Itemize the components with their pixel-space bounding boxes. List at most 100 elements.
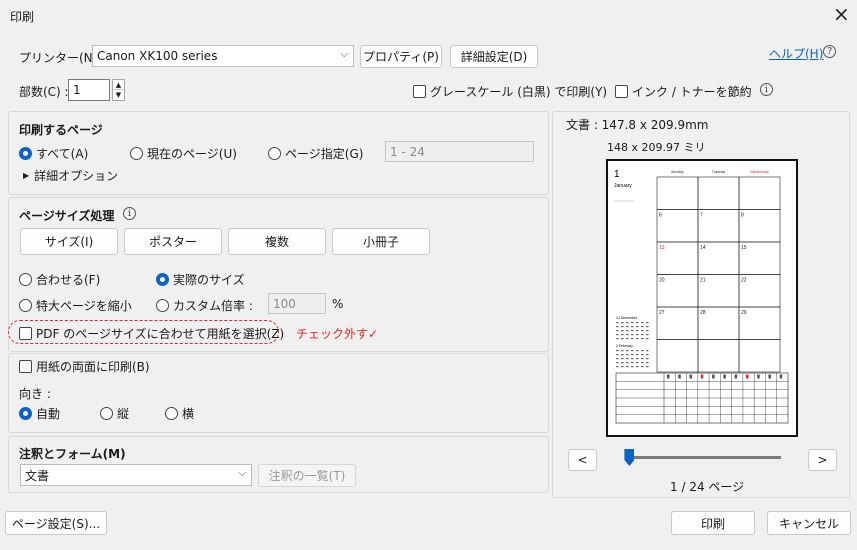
cal-day-header: Wednesday <box>750 170 769 174</box>
cal-mini-mark <box>641 338 644 340</box>
cal-mini-mark <box>626 366 629 368</box>
cal-day-number: 20 <box>659 278 665 284</box>
booklet-button[interactable]: 小冊子 <box>332 228 430 255</box>
cancel-button[interactable]: キャンセル <box>767 511 851 535</box>
cal-mini-mark <box>616 354 619 356</box>
cal-month-name: January <box>614 183 632 189</box>
comments-value: 文書 <box>25 468 50 483</box>
cal-mini-mark <box>641 322 644 324</box>
cal-mini-mark <box>631 330 634 332</box>
page-indicator: 1 / 24 ページ <box>670 480 745 494</box>
pages-current-label: 現在のページ(U) <box>147 147 237 161</box>
pages-range-radio[interactable]: ページ指定(G) <box>268 145 363 162</box>
orientation-auto-radio[interactable]: 自動 <box>19 405 60 422</box>
page-range-input[interactable]: 1 - 24 <box>385 141 534 162</box>
cal-cell <box>656 176 699 210</box>
cal-mini-mark <box>616 338 619 340</box>
cal-day-numbers: 6 7 8 13 14 15 20 21 22 27 28 29 <box>659 213 747 317</box>
cal-day-number: 28 <box>700 310 706 316</box>
copies-label: 部数(C) : <box>19 85 69 99</box>
advanced-button[interactable]: 詳細設定(D) <box>450 45 538 68</box>
properties-button[interactable]: プロパティ(P) <box>360 45 442 68</box>
cal-table-header-mark <box>667 374 670 379</box>
print-button[interactable]: 印刷 <box>671 511 755 535</box>
help-link[interactable]: ヘルプ(H) <box>769 45 823 62</box>
cal-mini-mark <box>631 350 634 352</box>
orientation-title: 向き : <box>19 387 51 401</box>
cal-day-number: 29 <box>741 310 747 316</box>
cal-mini-mark <box>626 334 629 336</box>
cal-table-header-mark <box>779 374 783 379</box>
sizing-info-icon[interactable]: i <box>123 207 136 220</box>
cal-mini-mark <box>641 330 644 332</box>
cal-mini-mark <box>636 338 639 340</box>
spin-up-icon[interactable]: ▲ <box>113 80 124 90</box>
actual-size-radio[interactable]: 実際のサイズ <box>156 271 245 288</box>
spin-down-icon[interactable]: ▼ <box>113 90 124 100</box>
cal-mini-mark <box>616 322 619 324</box>
cal-mini-mark <box>626 354 629 356</box>
close-icon[interactable]: × <box>833 2 850 26</box>
page-slider-track[interactable] <box>628 456 781 459</box>
window-title: 印刷 <box>10 10 35 24</box>
copies-spinner[interactable]: ▲ ▼ <box>112 79 125 101</box>
cal-cell <box>697 176 740 210</box>
cal-mini-mark <box>616 330 619 332</box>
cal-cell <box>697 209 740 243</box>
custom-scale-radio[interactable]: カスタム倍率 : <box>156 297 253 314</box>
shrink-radio[interactable]: 特大ページを縮小 <box>19 297 132 314</box>
cal-day-header: Tuesday <box>712 170 726 174</box>
cal-mini-mark <box>636 358 639 360</box>
paper-size-label: 148 x 209.97 ミリ <box>607 141 706 154</box>
pdf-paper-checkbox[interactable]: PDF のページサイズに合わせて用紙を選択(Z) <box>19 325 284 342</box>
cal-month-num: 1 <box>614 169 620 180</box>
orientation-landscape-radio[interactable]: 横 <box>165 405 194 422</box>
cal-mini-mark <box>621 338 624 340</box>
cal-mini-mark <box>621 330 624 332</box>
cal-mini-mark <box>631 338 634 340</box>
comments-summary-button[interactable]: 注釈の一覧(T) <box>258 464 356 487</box>
size-button[interactable]: サイズ(I) <box>20 228 118 255</box>
cal-day-number: 8 <box>741 213 744 219</box>
fit-radio[interactable]: 合わせる(F) <box>19 271 100 288</box>
info-icon[interactable]: i <box>760 83 773 96</box>
page-setup-button[interactable]: ページ設定(S)... <box>5 511 107 535</box>
cal-mini-mark <box>636 366 639 368</box>
next-page-button[interactable]: > <box>808 449 837 471</box>
cal-table-header-mark <box>689 374 693 379</box>
cal-mini-mark <box>641 334 644 336</box>
prev-page-button[interactable]: < <box>568 449 597 471</box>
printer-value: Canon XK100 series <box>97 49 218 63</box>
pages-all-radio[interactable]: すべて(A) <box>19 145 88 162</box>
cal-mini-mark <box>626 358 629 360</box>
cal-mini-mark <box>621 362 624 364</box>
comments-select[interactable]: 文書 ⌵ <box>20 464 252 486</box>
pages-current-radio[interactable]: 現在のページ(U) <box>130 145 237 162</box>
pdf-paper-label: PDF のページサイズに合わせて用紙を選択(Z) <box>36 327 285 341</box>
poster-button[interactable]: ポスター <box>124 228 222 255</box>
cal-table-header-mark <box>768 374 771 379</box>
cal-mini-mark <box>616 350 619 352</box>
save-ink-checkbox[interactable]: インク / トナーを節約 <box>615 83 752 100</box>
grayscale-checkbox[interactable]: グレースケール (白黒) で印刷(Y) <box>413 83 607 100</box>
duplex-label: 用紙の両面に印刷(B) <box>36 360 150 374</box>
orientation-portrait-radio[interactable]: 縦 <box>100 405 129 422</box>
cal-mini-mark <box>646 330 649 332</box>
orientation-landscape-label: 横 <box>182 407 195 421</box>
printer-select[interactable]: Canon XK100 series ⌵ <box>92 45 354 67</box>
cal-mini-mark <box>621 326 624 328</box>
copies-input[interactable]: 1 <box>68 79 110 101</box>
cal-mini-grid-2 <box>616 350 649 368</box>
cal-mini-mark <box>646 358 649 360</box>
help-icon[interactable]: ? <box>823 45 836 58</box>
cal-day-headers: Monday Tuesday Wednesday <box>671 170 769 174</box>
cal-mini-mark <box>621 366 624 368</box>
duplex-checkbox[interactable]: 用紙の両面に印刷(B) <box>19 358 150 375</box>
cal-mini-mark <box>641 354 644 356</box>
custom-scale-input[interactable]: 100 <box>268 293 326 314</box>
multiple-button[interactable]: 複数 <box>228 228 326 255</box>
cal-mini-mark <box>641 326 644 328</box>
more-options-toggle[interactable]: ▶ 詳細オプション <box>23 167 118 184</box>
save-ink-label: インク / トナーを節約 <box>632 85 752 99</box>
cal-mini-mark <box>626 330 629 332</box>
